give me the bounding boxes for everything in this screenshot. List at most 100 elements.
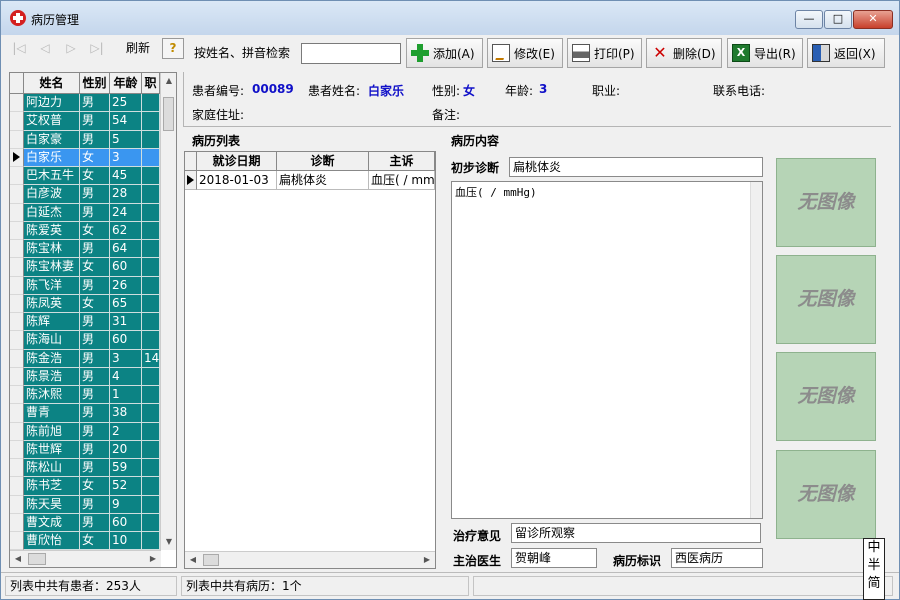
cell-name[interactable]: 白家乐 [24, 148, 80, 167]
cell-name[interactable]: 白彦波 [24, 185, 80, 204]
refresh-button[interactable]: 刷新 [116, 38, 160, 59]
col-complaint-header[interactable]: 主诉 [369, 152, 435, 171]
row-indicator[interactable] [10, 203, 24, 222]
row-indicator[interactable] [10, 148, 24, 167]
table-row[interactable]: 曹欣怡女 10 [10, 532, 161, 551]
col-diagnosis-header[interactable]: 诊断 [277, 152, 369, 171]
col-name-header[interactable]: 姓名 [24, 73, 80, 94]
cell-name[interactable]: 陈辉 [24, 313, 80, 332]
cell-age[interactable]: 1 [110, 386, 142, 405]
table-row[interactable]: 巴木五牛女 45 [10, 167, 161, 186]
table-row[interactable]: 陈前旭男 2 [10, 422, 161, 441]
row-indicator[interactable] [10, 276, 24, 295]
row-indicator[interactable] [10, 331, 24, 350]
table-row[interactable]: 陈世辉男 20 [10, 440, 161, 459]
cell-sex[interactable]: 女 [80, 167, 110, 186]
cell-age[interactable]: 62 [110, 221, 142, 240]
image-slot-3[interactable]: 无图像 [776, 352, 876, 441]
table-row[interactable]: 陈天昊男 9 [10, 495, 161, 514]
table-row[interactable]: 陈景浩男 4 [10, 367, 161, 386]
cell-sex[interactable]: 男 [80, 404, 110, 423]
cell-name[interactable]: 巴木五牛 [24, 167, 80, 186]
table-row[interactable]: 陈金浩男3141 [10, 349, 161, 368]
cell-job[interactable] [142, 532, 160, 551]
cell-sex[interactable]: 男 [80, 349, 110, 368]
maximize-button[interactable]: □ [824, 10, 852, 29]
table-row[interactable]: 曹文成男 60 [10, 513, 161, 532]
treatment-field[interactable]: 留诊所观察 [511, 523, 761, 543]
cell-sex[interactable]: 男 [80, 459, 110, 478]
cell-sex[interactable]: 男 [80, 276, 110, 295]
cell-job[interactable] [142, 422, 160, 441]
row-indicator[interactable] [10, 532, 24, 551]
cell-age[interactable]: 60 [110, 258, 142, 277]
row-indicator[interactable] [10, 495, 24, 514]
table-row[interactable]: 2018-01-03 扁桃体炎 血压( / mm [185, 171, 435, 190]
scroll-thumb[interactable] [163, 97, 174, 131]
content-vscrollbar[interactable] [750, 182, 762, 518]
close-button[interactable]: ✕ [853, 10, 893, 29]
table-row[interactable]: 白彦波男 28 [10, 185, 161, 204]
cell-job[interactable] [142, 130, 160, 149]
scroll-thumb[interactable] [28, 553, 46, 565]
table-row[interactable]: 白家乐女 3 [10, 148, 161, 167]
cell-name[interactable]: 陈沐熙 [24, 386, 80, 405]
record-tag-field[interactable]: 西医病历 [671, 548, 763, 568]
row-indicator[interactable] [10, 459, 24, 478]
delete-button[interactable]: ✕ 删除(D) [646, 38, 722, 68]
cell-job[interactable] [142, 258, 160, 277]
row-indicator[interactable] [10, 477, 24, 496]
last-record-button[interactable]: ▷| [86, 37, 108, 59]
cell-sex[interactable]: 男 [80, 94, 110, 113]
row-indicator[interactable] [10, 240, 24, 259]
print-button[interactable]: 打印(P) [567, 38, 642, 68]
cell-name[interactable]: 陈前旭 [24, 422, 80, 441]
cell-age[interactable]: 38 [110, 404, 142, 423]
cell-age[interactable]: 5 [110, 130, 142, 149]
edit-button[interactable]: 修改(E) [487, 38, 563, 68]
cell-age[interactable]: 64 [110, 240, 142, 259]
cell-name[interactable]: 陈凤英 [24, 294, 80, 313]
ime-indicator[interactable]: 中 半 简 [863, 538, 885, 600]
cell-age[interactable]: 60 [110, 513, 142, 532]
cell-age[interactable]: 28 [110, 185, 142, 204]
cell-job[interactable] [142, 94, 160, 113]
cell-job[interactable] [142, 112, 160, 131]
table-row[interactable]: 陈飞洋男 26 [10, 276, 161, 295]
patient-vscrollbar[interactable]: ▲ ▼ [160, 73, 176, 550]
col-age-header[interactable]: 年龄 [110, 73, 142, 94]
cell-name[interactable]: 陈天昊 [24, 495, 80, 514]
cell-job[interactable] [142, 386, 160, 405]
image-slot-2[interactable]: 无图像 [776, 255, 876, 344]
cell-job[interactable] [142, 495, 160, 514]
cell-sex[interactable]: 女 [80, 477, 110, 496]
cell-age[interactable]: 24 [110, 203, 142, 222]
cell-age[interactable]: 3 [110, 148, 142, 167]
row-indicator[interactable] [10, 313, 24, 332]
col-visit-date-header[interactable]: 就诊日期 [197, 152, 277, 171]
row-indicator[interactable] [10, 221, 24, 240]
cell-job[interactable] [142, 294, 160, 313]
scroll-left-icon[interactable]: ◀ [10, 551, 26, 567]
row-indicator[interactable] [10, 94, 24, 113]
row-indicator[interactable] [10, 258, 24, 277]
cell-sex[interactable]: 男 [80, 240, 110, 259]
patient-hscrollbar[interactable]: ◀ ▶ [10, 550, 161, 567]
cell-job[interactable] [142, 167, 160, 186]
cell-job[interactable] [142, 221, 160, 240]
row-indicator[interactable] [10, 422, 24, 441]
cell-age[interactable]: 20 [110, 440, 142, 459]
cell-name[interactable]: 陈宝林妻 [24, 258, 80, 277]
row-indicator[interactable] [10, 513, 24, 532]
table-row[interactable]: 陈辉男 31 [10, 313, 161, 332]
row-indicator[interactable] [10, 349, 24, 368]
cell-name[interactable]: 陈书芝 [24, 477, 80, 496]
cell-name[interactable]: 曹青 [24, 404, 80, 423]
cell-sex[interactable]: 男 [80, 440, 110, 459]
cell-name[interactable]: 陈世辉 [24, 440, 80, 459]
row-indicator[interactable] [10, 167, 24, 186]
cell-age[interactable]: 2 [110, 422, 142, 441]
cell-age[interactable]: 65 [110, 294, 142, 313]
cell-name[interactable]: 曹文成 [24, 513, 80, 532]
cell-job[interactable] [142, 440, 160, 459]
